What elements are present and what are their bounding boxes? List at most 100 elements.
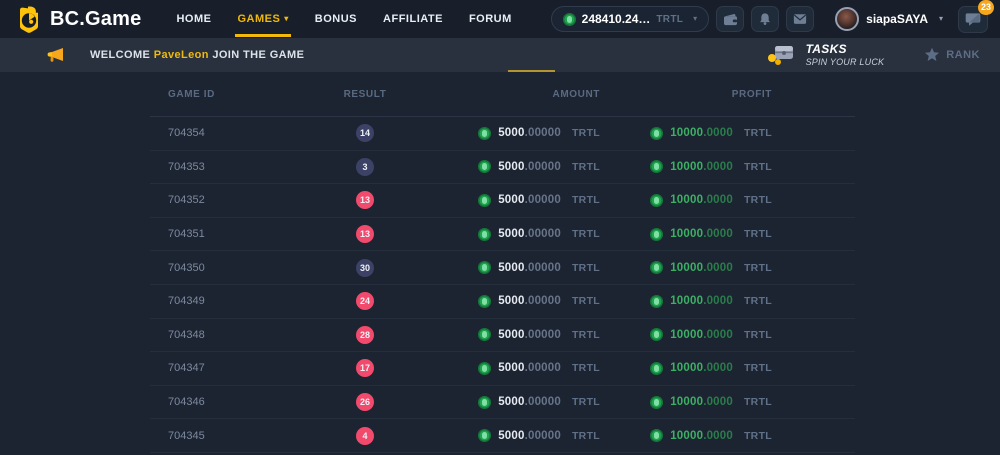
- table-row[interactable]: 704347 17 5000.00000 TRTL 10000.0000 TRT…: [150, 352, 855, 386]
- profit-currency: TRTL: [744, 295, 772, 307]
- amount-int: 5000: [498, 262, 524, 274]
- bcgame-logo-icon: [16, 5, 42, 34]
- result-badge: 13: [356, 191, 374, 209]
- amount-int: 5000: [498, 430, 524, 442]
- amount-int: 5000: [498, 161, 524, 173]
- topbar-right: 248410.24… TRTL ▾: [551, 6, 988, 33]
- balance-selector[interactable]: 248410.24… TRTL ▾: [551, 6, 710, 32]
- tasks-widget[interactable]: TASKS SPIN YOUR LUCK: [767, 43, 885, 67]
- table-row[interactable]: 704350 30 5000.00000 TRTL 10000.0000 TRT…: [150, 251, 855, 285]
- amount-currency: TRTL: [572, 396, 600, 408]
- game-id-cell: 704350: [150, 262, 280, 274]
- chevron-down-icon: ▾: [284, 15, 289, 23]
- result-badge: 17: [356, 359, 374, 377]
- profit-cell: 10000.0000 TRTL: [600, 328, 772, 341]
- profit-currency: TRTL: [744, 329, 772, 341]
- bell-icon: [758, 12, 772, 26]
- amount-dec: .00000: [525, 362, 561, 374]
- trtl-coin-icon: [650, 160, 663, 173]
- notifications-button[interactable]: [751, 6, 779, 32]
- profit-cell: 10000.0000 TRTL: [600, 429, 772, 442]
- game-id-cell: 704345: [150, 430, 280, 442]
- table-row[interactable]: 704345 4 5000.00000 TRTL 10000.0000 TRTL: [150, 419, 855, 453]
- result-badge: 13: [356, 225, 374, 243]
- column-header-game-id: GAME ID: [150, 89, 280, 100]
- chat-button[interactable]: 23: [958, 6, 988, 33]
- amount-cell: 5000.00000 TRTL: [450, 261, 600, 274]
- amount-int: 5000: [498, 329, 524, 341]
- logo[interactable]: BC.Game: [16, 5, 141, 34]
- rank-star-icon: [924, 47, 940, 62]
- amount-int: 5000: [498, 194, 524, 206]
- profit-currency: TRTL: [744, 262, 772, 274]
- amount-currency: TRTL: [572, 194, 600, 206]
- game-id-cell: 704349: [150, 295, 280, 307]
- profit-int: 10000: [670, 194, 703, 206]
- result-badge: 24: [356, 292, 374, 310]
- main-content: GAME ID RESULT AMOUNT PROFIT 704354 14 5…: [0, 72, 1000, 453]
- table-row[interactable]: 704354 14 5000.00000 TRTL 10000.0000 TRT…: [150, 117, 855, 151]
- trtl-coin-icon: [478, 362, 491, 375]
- table-row[interactable]: 704351 13 5000.00000 TRTL 10000.0000 TRT…: [150, 218, 855, 252]
- trtl-coin-icon: [650, 396, 663, 409]
- result-cell: 4: [280, 427, 450, 445]
- top-navbar: BC.Game HOME GAMES▾ BONUS AFFILIATE FORU…: [0, 0, 1000, 38]
- tasks-text: TASKS SPIN YOUR LUCK: [806, 43, 885, 67]
- profit-currency: TRTL: [744, 194, 772, 206]
- messages-button[interactable]: [786, 6, 814, 32]
- profit-cell: 10000.0000 TRTL: [600, 261, 772, 274]
- welcome-username: PaveLeon: [154, 49, 209, 61]
- profit-dec: .0000: [703, 295, 733, 307]
- amount-int: 5000: [498, 127, 524, 139]
- amount-dec: .00000: [525, 161, 561, 173]
- amount-dec: .00000: [525, 228, 561, 240]
- wallet-button[interactable]: [716, 6, 744, 32]
- wallet-icon: [723, 13, 738, 26]
- profit-currency: TRTL: [744, 362, 772, 374]
- nav-item-affiliate[interactable]: AFFILIATE: [370, 0, 456, 38]
- profit-currency: TRTL: [744, 228, 772, 240]
- rank-label: RANK: [946, 49, 980, 61]
- table-row[interactable]: 704348 28 5000.00000 TRTL 10000.0000 TRT…: [150, 319, 855, 353]
- profit-dec: .0000: [703, 127, 733, 139]
- chevron-down-icon: ▾: [693, 15, 697, 23]
- trtl-coin-icon: [478, 295, 491, 308]
- table-row[interactable]: 704353 3 5000.00000 TRTL 10000.0000 TRTL: [150, 151, 855, 185]
- user-menu[interactable]: siapaSAYA ▾: [835, 7, 943, 31]
- nav-item-forum[interactable]: FORUM: [456, 0, 525, 38]
- trtl-coin-icon: [650, 328, 663, 341]
- profit-cell: 10000.0000 TRTL: [600, 362, 772, 375]
- result-badge: 30: [356, 259, 374, 277]
- column-header-amount: AMOUNT: [450, 89, 600, 100]
- username: siapaSAYA: [866, 12, 928, 26]
- result-cell: 13: [280, 191, 450, 209]
- column-header-profit: PROFIT: [600, 89, 772, 100]
- result-cell: 13: [280, 225, 450, 243]
- tasks-title: TASKS: [806, 43, 885, 57]
- result-cell: 14: [280, 124, 450, 142]
- profit-currency: TRTL: [744, 161, 772, 173]
- balance-currency: TRTL: [656, 14, 683, 25]
- table-row[interactable]: 704349 24 5000.00000 TRTL 10000.0000 TRT…: [150, 285, 855, 319]
- tasks-subtitle: SPIN YOUR LUCK: [806, 57, 885, 67]
- amount-dec: .00000: [525, 295, 561, 307]
- amount-int: 5000: [498, 228, 524, 240]
- amount-cell: 5000.00000 TRTL: [450, 228, 600, 241]
- profit-int: 10000: [670, 396, 703, 408]
- result-badge: 4: [356, 427, 374, 445]
- game-id-cell: 704351: [150, 228, 280, 240]
- profit-int: 10000: [670, 362, 703, 374]
- nav-item-home[interactable]: HOME: [163, 0, 224, 38]
- table-header: GAME ID RESULT AMOUNT PROFIT: [150, 72, 855, 117]
- chevron-down-icon: ▾: [939, 15, 943, 23]
- chat-icon: [965, 12, 981, 27]
- amount-cell: 5000.00000 TRTL: [450, 295, 600, 308]
- rank-widget[interactable]: RANK: [924, 47, 980, 62]
- table-row[interactable]: 704346 26 5000.00000 TRTL 10000.0000 TRT…: [150, 386, 855, 420]
- amount-currency: TRTL: [572, 262, 600, 274]
- table-row[interactable]: 704352 13 5000.00000 TRTL 10000.0000 TRT…: [150, 184, 855, 218]
- trtl-coin-icon: [563, 13, 576, 26]
- result-cell: 30: [280, 259, 450, 277]
- nav-item-bonus[interactable]: BONUS: [302, 0, 370, 38]
- nav-item-games[interactable]: GAMES▾: [224, 0, 301, 38]
